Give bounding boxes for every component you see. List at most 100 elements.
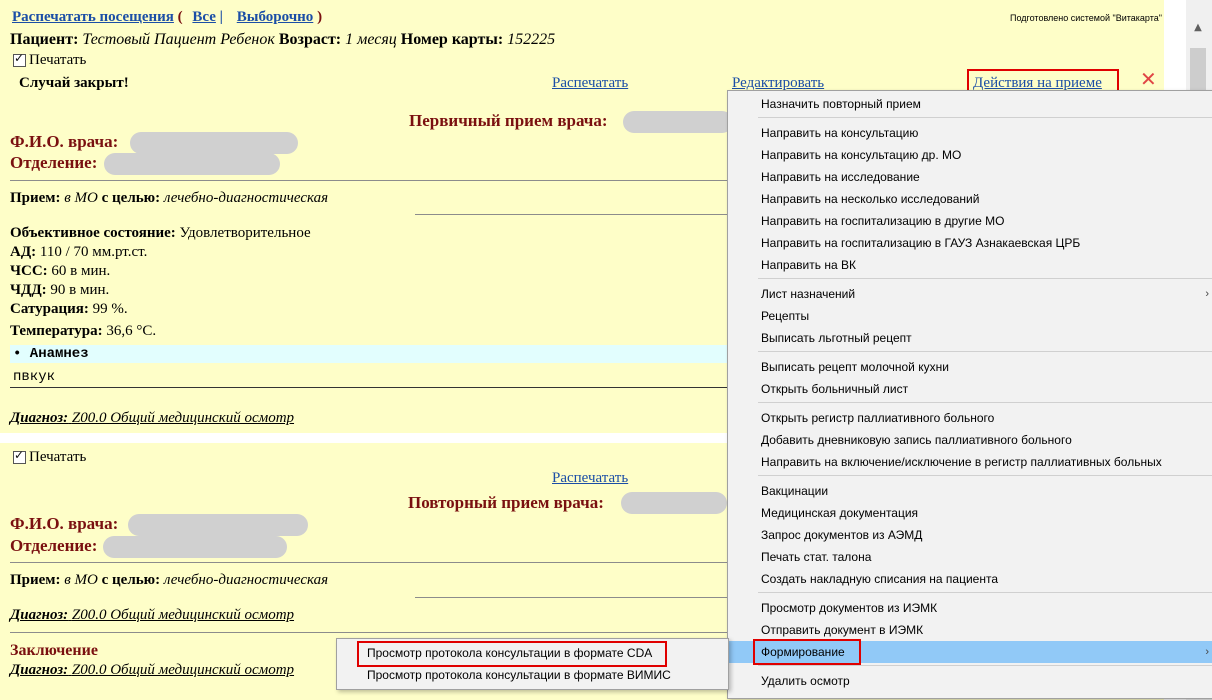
menu-item-palliative-register-inclusion[interactable]: Направить на включение/исключение в реги…	[728, 451, 1212, 473]
visit2-print-toggle[interactable]: Печатать	[13, 448, 87, 466]
purpose-label: с целью:	[101, 190, 161, 206]
menu-item-refer-vk[interactable]: Направить на ВК	[728, 254, 1212, 276]
hr-line: ЧСС: 60 в мин.	[10, 263, 110, 280]
temperature-value: 36,6 °С.	[106, 323, 157, 339]
patient-line: Пациент: Тестовый Пациент Ребенок Возрас…	[10, 31, 555, 49]
menu-separator	[758, 592, 1212, 593]
temperature-line: Температура: 36,6 °С.	[10, 323, 156, 340]
menu-item-vaccinations[interactable]: Вакцинации	[728, 480, 1212, 502]
saturation-label: Сатурация:	[10, 301, 89, 317]
menu-item-open-palliative-register[interactable]: Открыть регистр паллиативного больного	[728, 407, 1212, 429]
menu-item-milk-kitchen-prescription[interactable]: Выписать рецепт молочной кухни	[728, 356, 1212, 378]
menu-item-preferential-prescription[interactable]: Выписать льготный рецепт	[728, 327, 1212, 349]
selective-link[interactable]: Выборочно	[237, 9, 314, 25]
all-link[interactable]: Все	[192, 9, 216, 25]
menu-item-hospitalization-other-mo[interactable]: Направить на госпитализацию в другие МО	[728, 210, 1212, 232]
card-label: Номер карты:	[400, 31, 504, 48]
reception-label: Прием:	[10, 572, 61, 588]
menu-item-view-iemk-documents[interactable]: Просмотр документов из ИЭМК	[728, 597, 1212, 619]
diagnosis-value: Z00.0 Общий медицинский осмотр	[71, 607, 295, 623]
temperature-label: Температура:	[10, 323, 103, 339]
menu-item-refer-consultation[interactable]: Направить на консультацию	[728, 122, 1212, 144]
print-checkbox-label: Печатать	[29, 449, 87, 465]
actions-context-menu: Назначить повторный прием Направить на к…	[727, 90, 1212, 699]
diagnosis-value: Z00.0 Общий медицинский осмотр	[71, 410, 295, 426]
conclusion-heading: Заключение	[10, 642, 98, 659]
print-checkbox-label: Печатать	[29, 52, 87, 68]
cda-highlight-box	[357, 641, 667, 667]
paren-close: )	[317, 9, 323, 25]
menu-item-delete-exam[interactable]: Удалить осмотр	[728, 670, 1212, 692]
chevron-right-icon: ›	[1205, 288, 1209, 300]
menu-item-prescriptions[interactable]: Рецепты	[728, 305, 1212, 327]
rr-line: ЧДД: 90 в мин.	[10, 282, 109, 299]
purpose-value: лечебно-диагностическая	[163, 190, 329, 206]
scrollbar-thumb[interactable]	[1190, 48, 1206, 92]
diagnosis-label: Диагноз:	[10, 607, 69, 623]
submenu-item-vimis-protocol[interactable]: Просмотр протокола консультации в формат…	[337, 664, 728, 686]
diagnosis-label: Диагноз:	[10, 410, 69, 426]
patient-name: Тестовый Пациент Ребенок	[82, 31, 275, 48]
menu-item-print-stat-ticket[interactable]: Печать стат. талона	[728, 546, 1212, 568]
menu-item-prescription-sheet[interactable]: Лист назначений ›	[728, 283, 1212, 305]
anamnesis-text: пвкук	[13, 369, 56, 385]
generation-submenu: Просмотр протокола консультации в формат…	[336, 638, 729, 690]
menu-item-refer-multiple-studies[interactable]: Направить на несколько исследований	[728, 188, 1212, 210]
patient-label: Пациент:	[10, 31, 79, 48]
redacted-doctor-name	[621, 492, 727, 514]
print-visits-link[interactable]: Распечатать посещения	[12, 9, 174, 25]
objective-line: Объективное состояние: Удовлетворительно…	[10, 225, 311, 242]
redacted-department	[104, 153, 280, 175]
menu-item-open-sick-leave[interactable]: Открыть больничный лист	[728, 378, 1212, 400]
menu-item-schedule-repeat[interactable]: Назначить повторный прием	[728, 93, 1212, 115]
reception-place: в МО	[64, 572, 98, 588]
generation-highlight-box	[753, 639, 861, 665]
purpose-value: лечебно-диагностическая	[163, 572, 329, 588]
hr-label: ЧСС:	[10, 263, 48, 279]
menu-item-refer-consultation-other-mo[interactable]: Направить на консультацию др. МО	[728, 144, 1212, 166]
department-label: Отделение:	[10, 153, 98, 172]
reception-label: Прием:	[10, 190, 61, 206]
menu-item-write-off-invoice[interactable]: Создать накладную списания на пациента	[728, 568, 1212, 590]
print-link[interactable]: Распечатать	[552, 470, 628, 487]
close-icon[interactable]: ✕	[1140, 67, 1157, 91]
case-closed-text: Случай закрыт!	[19, 75, 129, 91]
reception-line: Прием: в МО с целью: лечебно-диагностиче…	[10, 190, 328, 207]
visit2-title: Повторный прием врача:	[408, 493, 604, 512]
menu-item-refer-study[interactable]: Направить на исследование	[728, 166, 1212, 188]
menu-separator	[758, 665, 1212, 666]
diagnosis-value: Z00.0 Общий медицинский осмотр	[71, 662, 295, 678]
redacted-doctor-name	[623, 111, 733, 133]
redacted-doctor-fio	[128, 514, 308, 536]
link-separator: |	[219, 9, 223, 25]
menu-item-add-palliative-diary[interactable]: Добавить дневниковую запись паллиативног…	[728, 429, 1212, 451]
scroll-up-icon[interactable]: ▲	[1190, 22, 1206, 34]
bp-value: 110 / 70 мм.рт.ст.	[39, 244, 148, 260]
menu-item-medical-documentation[interactable]: Медицинская документация	[728, 502, 1212, 524]
print-link[interactable]: Распечатать	[552, 75, 628, 92]
saturation-value: 99 %.	[92, 301, 128, 317]
menu-separator	[758, 117, 1212, 118]
diagnosis-label: Диагноз:	[10, 662, 69, 678]
menu-separator	[758, 278, 1212, 279]
redacted-department	[103, 536, 287, 558]
diagnosis-line: Диагноз: Z00.0 Общий медицинский осмотр	[10, 607, 294, 624]
menu-item-hospitalization-crb[interactable]: Направить на госпитализацию в ГАУЗ Азнак…	[728, 232, 1212, 254]
menu-separator	[758, 475, 1212, 476]
reception-line: Прием: в МО с целью: лечебно-диагностиче…	[10, 572, 328, 589]
print-checkbox[interactable]	[13, 51, 26, 68]
rr-label: ЧДД:	[10, 282, 47, 298]
powered-by-note: Подготовлено системой "Витакарта"	[1010, 13, 1162, 23]
menu-item-aemd-request[interactable]: Запрос документов из АЭМД	[728, 524, 1212, 546]
purpose-label: с целью:	[101, 572, 161, 588]
department-label: Отделение:	[10, 536, 98, 555]
menu-separator	[758, 351, 1212, 352]
menu-separator	[758, 402, 1212, 403]
print-checkbox[interactable]	[13, 448, 26, 465]
visit1-print-toggle[interactable]: Печатать	[13, 51, 87, 69]
doctor-label: Ф.И.О. врача:	[10, 514, 119, 533]
menu-item-send-to-iemk[interactable]: Отправить документ в ИЭМК	[728, 619, 1212, 641]
chevron-right-icon: ›	[1205, 646, 1209, 658]
saturation-line: Сатурация: 99 %.	[10, 301, 128, 318]
reception-place: в МО	[64, 190, 98, 206]
